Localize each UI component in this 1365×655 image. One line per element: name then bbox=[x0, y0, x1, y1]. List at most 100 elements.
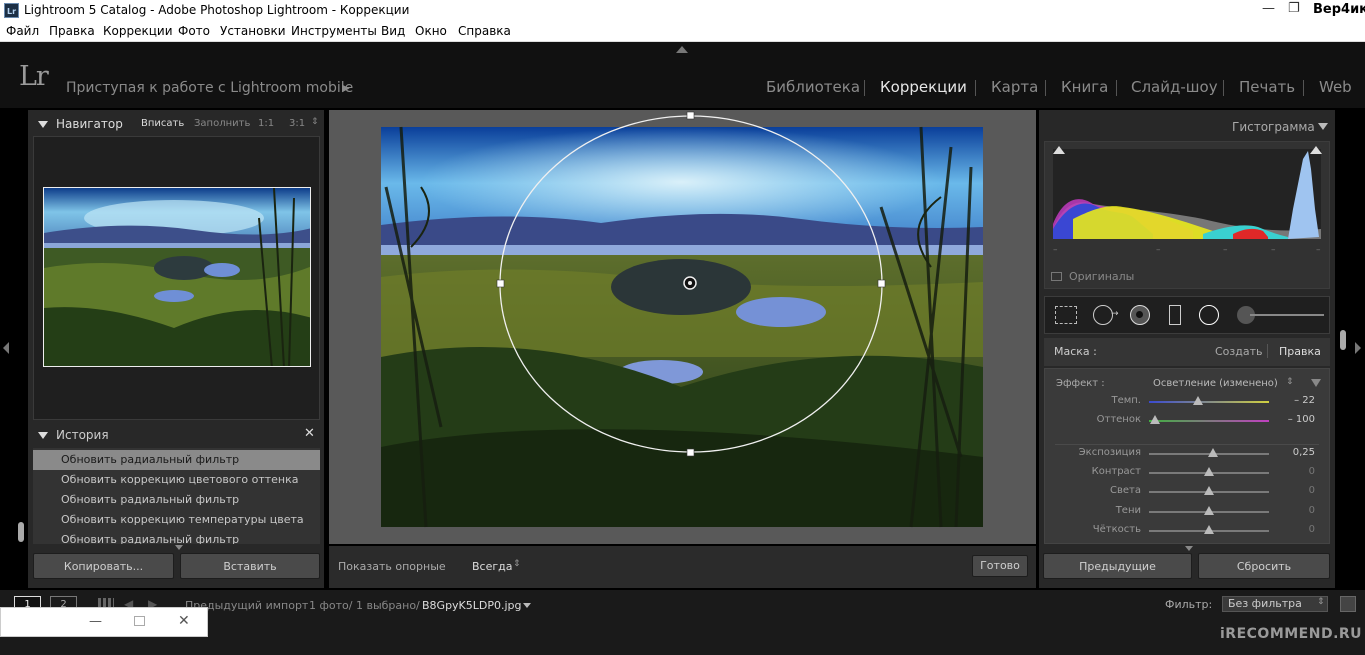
slider-value[interactable]: – 22 bbox=[1285, 395, 1315, 406]
history-item[interactable]: Обновить радиальный фильтр bbox=[33, 450, 320, 470]
spot-removal-icon[interactable] bbox=[1093, 305, 1113, 325]
mask-edit[interactable]: Правка bbox=[1279, 345, 1321, 358]
slider-control[interactable] bbox=[1149, 448, 1269, 460]
slider-control[interactable] bbox=[1149, 525, 1269, 537]
module-web[interactable]: Web bbox=[1319, 78, 1352, 96]
slider-track[interactable] bbox=[1149, 401, 1269, 403]
slider-knob[interactable] bbox=[1204, 506, 1214, 515]
module-slideshow[interactable]: Слайд-шоу bbox=[1131, 78, 1218, 96]
highlight-clip-icon[interactable] bbox=[1310, 146, 1322, 154]
filter-select[interactable]: Без фильтра bbox=[1222, 596, 1328, 612]
slider-track[interactable] bbox=[1149, 420, 1269, 422]
filmstrip-filename[interactable]: B8GpyK5LDP0.jpg bbox=[422, 599, 522, 612]
radial-filter-icon[interactable] bbox=[1199, 305, 1219, 325]
menu-develop[interactable]: Коррекции bbox=[103, 24, 173, 38]
module-print[interactable]: Печать bbox=[1239, 78, 1295, 96]
histogram-collapse-icon[interactable] bbox=[1318, 123, 1328, 130]
slider-control[interactable] bbox=[1149, 396, 1269, 408]
navigator-thumbnail[interactable] bbox=[43, 187, 311, 367]
play-icon[interactable]: ▶ bbox=[342, 83, 350, 94]
zoom-stepper-icon[interactable]: ⇕ bbox=[311, 117, 319, 127]
restore-icon[interactable]: ❐ bbox=[1288, 1, 1300, 16]
identity-plate[interactable]: Приступая к работе с Lightroom mobile bbox=[66, 80, 353, 96]
slider-knob[interactable] bbox=[1150, 415, 1160, 424]
radial-handle-right[interactable] bbox=[877, 279, 886, 288]
slider-knob[interactable] bbox=[1193, 396, 1204, 405]
module-map[interactable]: Карта bbox=[991, 78, 1038, 96]
module-library[interactable]: Библиотека bbox=[766, 78, 860, 96]
right-panel-toggle-icon[interactable] bbox=[1355, 342, 1361, 354]
zoom-fill[interactable]: Заполнить bbox=[194, 118, 250, 129]
previous-button[interactable]: Предыдущие bbox=[1043, 553, 1192, 579]
red-eye-icon[interactable] bbox=[1130, 305, 1150, 325]
histogram-graph[interactable] bbox=[1053, 149, 1321, 239]
overlay-maximize-icon[interactable] bbox=[134, 616, 145, 626]
slider-control[interactable] bbox=[1149, 486, 1269, 498]
preset-stepper-icon[interactable]: ⇕ bbox=[1286, 377, 1294, 387]
radial-handle-left[interactable] bbox=[496, 279, 505, 288]
shadow-clip-icon[interactable] bbox=[1053, 146, 1065, 154]
mask-create[interactable]: Создать bbox=[1215, 345, 1263, 358]
slider-knob[interactable] bbox=[1204, 467, 1214, 476]
filter-stepper-icon[interactable]: ⇕ bbox=[1317, 597, 1325, 607]
zoom-1-1[interactable]: 1:1 bbox=[258, 118, 274, 129]
lr-logo: Lr bbox=[19, 61, 49, 92]
slider-value[interactable]: – 100 bbox=[1285, 414, 1315, 425]
history-item[interactable]: Обновить коррекцию цветового оттенка bbox=[33, 470, 320, 490]
overlay-minimize-icon[interactable]: — bbox=[89, 614, 102, 629]
history-item[interactable]: Обновить коррекцию температуры цвета bbox=[33, 510, 320, 530]
module-develop[interactable]: Коррекции bbox=[880, 78, 967, 96]
history-clear-icon[interactable]: ✕ bbox=[304, 426, 315, 441]
zoom-fit[interactable]: Вписать bbox=[141, 118, 184, 129]
done-button[interactable]: Готово bbox=[972, 555, 1028, 577]
slider-control[interactable] bbox=[1149, 467, 1269, 479]
slider-value[interactable]: 0 bbox=[1285, 466, 1315, 477]
menu-edit[interactable]: Правка bbox=[49, 24, 95, 38]
menu-window[interactable]: Окно bbox=[415, 24, 447, 38]
brush-slider[interactable] bbox=[1250, 314, 1324, 316]
select-stepper-icon[interactable]: ⇕ bbox=[513, 559, 521, 569]
radial-handle-bottom[interactable] bbox=[686, 448, 695, 457]
navigator-collapse-icon[interactable] bbox=[38, 121, 48, 128]
copy-button[interactable]: Копировать... bbox=[33, 553, 174, 579]
menu-file[interactable]: Файл bbox=[6, 24, 39, 38]
slider-value[interactable]: 0 bbox=[1285, 485, 1315, 496]
overlay-close-icon[interactable]: ✕ bbox=[178, 613, 190, 629]
left-panel-toggle-icon[interactable] bbox=[3, 342, 9, 354]
menu-photo[interactable]: Фото bbox=[178, 24, 210, 38]
menu-settings[interactable]: Установки bbox=[220, 24, 286, 38]
paste-button[interactable]: Вставить bbox=[180, 553, 320, 579]
left-scrollbar[interactable] bbox=[18, 522, 24, 542]
slider-knob[interactable] bbox=[1207, 448, 1218, 457]
slider-value[interactable]: 0 bbox=[1285, 524, 1315, 535]
navigator-preview[interactable] bbox=[33, 136, 320, 420]
effect-collapse-icon[interactable] bbox=[1311, 379, 1321, 387]
zoom-3-1[interactable]: 3:1 bbox=[289, 118, 305, 129]
crop-tool-icon[interactable] bbox=[1055, 306, 1077, 324]
originals-checkbox[interactable] bbox=[1051, 272, 1062, 281]
slider-value[interactable]: 0 bbox=[1285, 505, 1315, 516]
reset-button[interactable]: Сбросить bbox=[1198, 553, 1330, 579]
graduated-filter-icon[interactable] bbox=[1169, 305, 1181, 325]
history-item[interactable]: Обновить радиальный фильтр bbox=[33, 490, 320, 510]
radial-handle-top[interactable] bbox=[686, 111, 695, 120]
filename-dropdown-icon[interactable] bbox=[523, 603, 531, 608]
history-item[interactable]: Обновить радиальный фильтр bbox=[33, 530, 320, 544]
effect-preset-select[interactable]: Осветление (изменено) bbox=[1153, 378, 1278, 389]
filter-lock-icon[interactable] bbox=[1340, 596, 1356, 612]
photo-canvas[interactable] bbox=[329, 110, 1036, 544]
show-overlay-select[interactable]: Всегда bbox=[472, 560, 513, 573]
module-book[interactable]: Книга bbox=[1061, 78, 1108, 96]
right-scrollbar[interactable] bbox=[1340, 330, 1346, 350]
minimize-icon[interactable]: — bbox=[1262, 1, 1275, 16]
menu-view[interactable]: Вид bbox=[381, 24, 405, 38]
menu-tools[interactable]: Инструменты bbox=[291, 24, 377, 38]
menu-help[interactable]: Справка bbox=[458, 24, 511, 38]
slider-knob[interactable] bbox=[1204, 525, 1214, 534]
slider-control[interactable] bbox=[1149, 506, 1269, 518]
slider-control[interactable] bbox=[1149, 415, 1269, 427]
history-collapse-icon[interactable] bbox=[38, 432, 48, 439]
slider-knob[interactable] bbox=[1204, 486, 1214, 495]
slider-value[interactable]: 0,25 bbox=[1285, 447, 1315, 458]
collapse-top-icon[interactable] bbox=[676, 46, 688, 53]
